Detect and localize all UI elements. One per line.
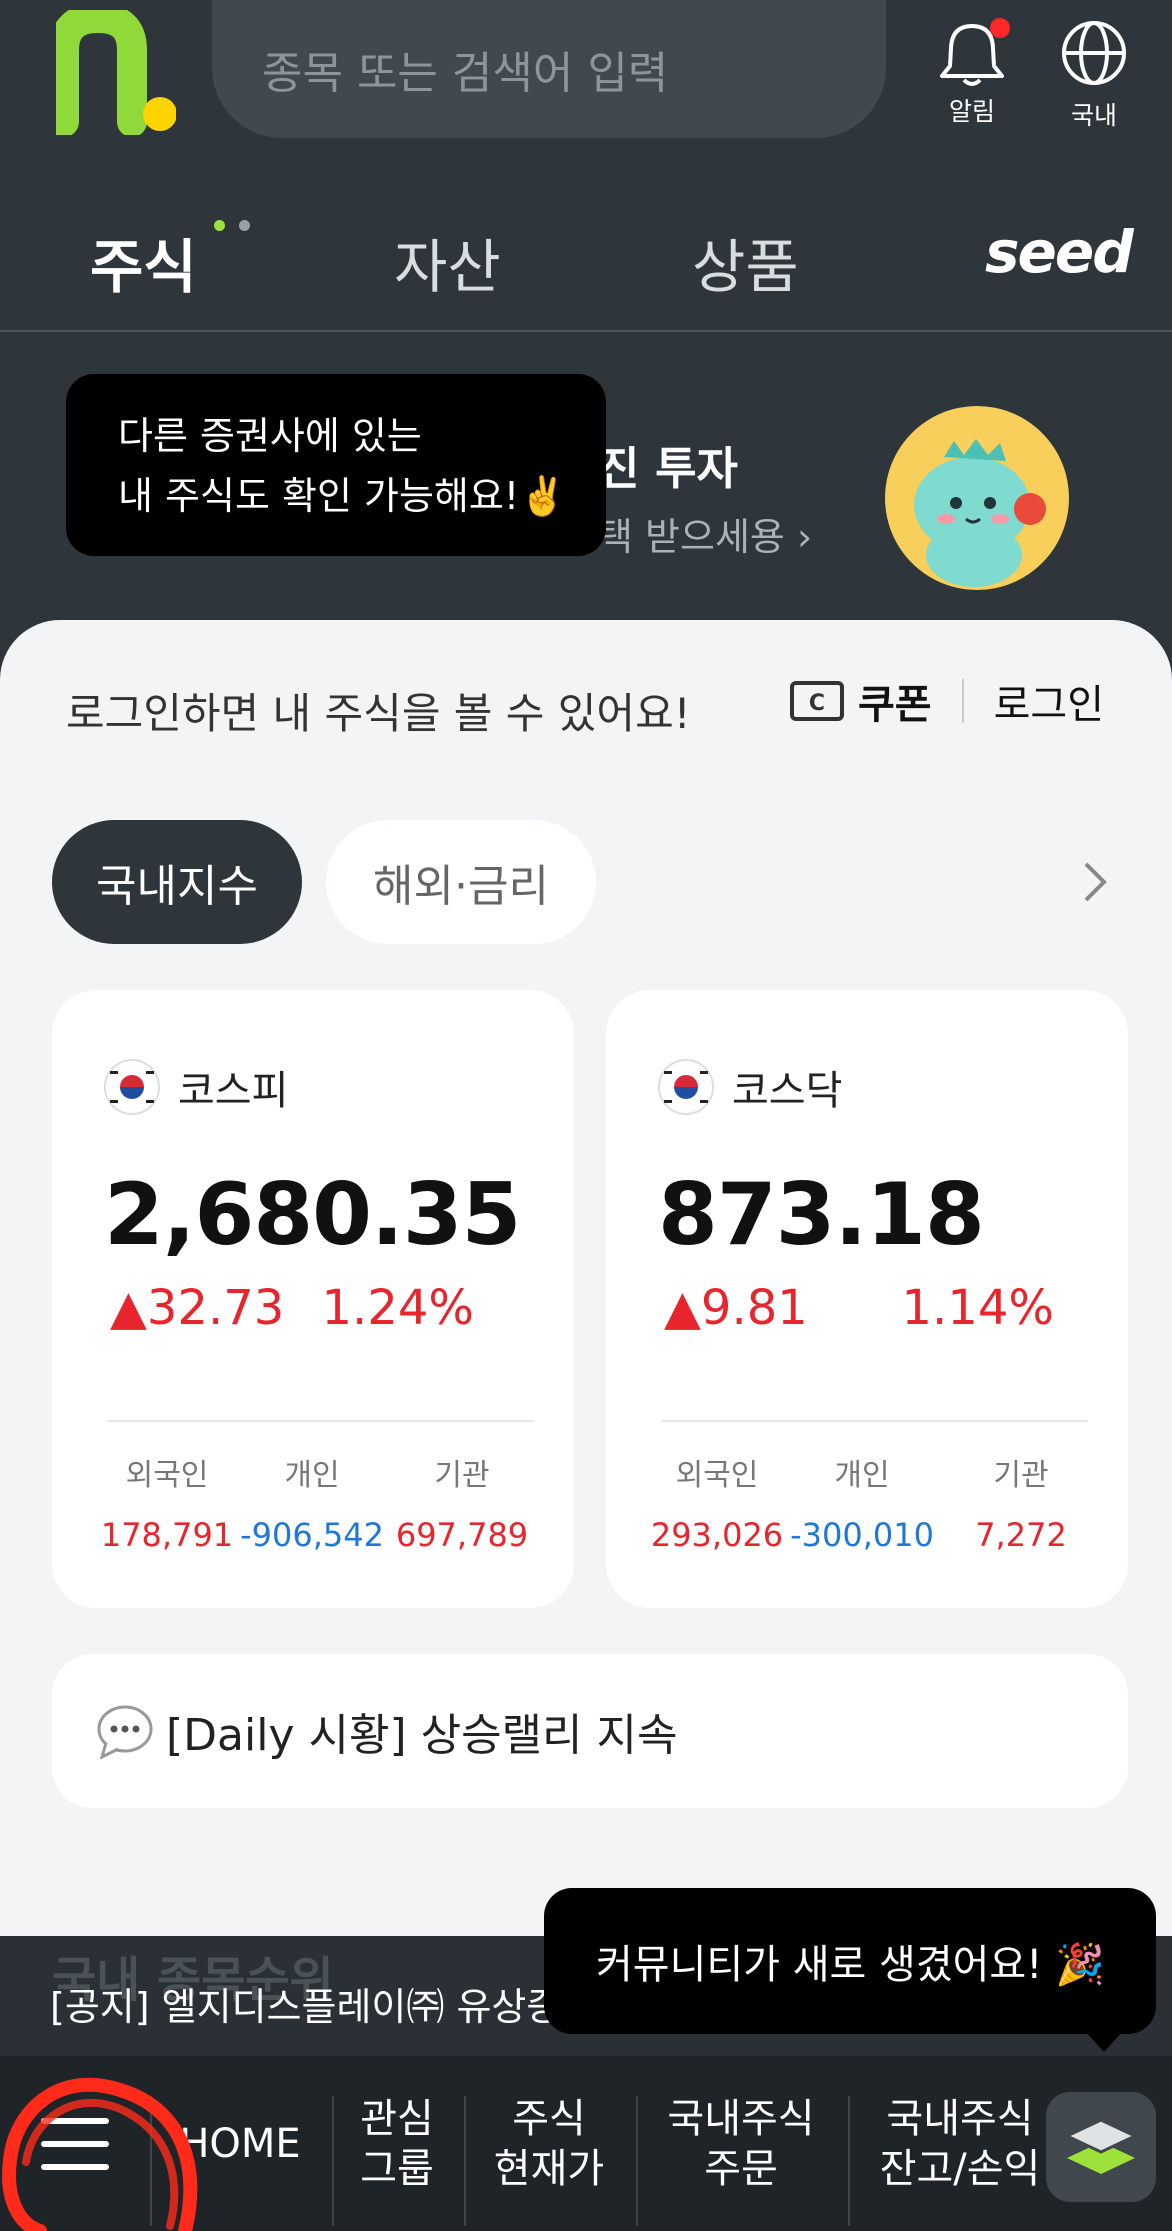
menu-button[interactable] xyxy=(0,2056,150,2231)
notice-text: [공지] 엘지디스플레이㈜ 유상증 xyxy=(50,1985,562,2029)
stat-value: 178,791 xyxy=(100,1516,234,1554)
nav-watch-group[interactable]: 관심 그룹 xyxy=(332,2056,462,2231)
globe-icon xyxy=(1062,21,1126,85)
index-value: 873.18 xyxy=(658,1165,985,1265)
nav-label: 잔고/손익 xyxy=(879,2145,1041,2192)
tab-product[interactable]: 상품 xyxy=(692,220,799,304)
promo-subtitle[interactable]: 택 받으세용 › xyxy=(598,506,812,561)
nav-current-price[interactable]: 주식 현재가 xyxy=(464,2056,634,2231)
index-name: 코스닥 xyxy=(732,1068,843,1114)
coupon-button[interactable]: 쿠폰 xyxy=(858,672,932,730)
market-news-banner[interactable]: [Daily 시황] 상승랠리 지속 xyxy=(52,1654,1128,1808)
main-panel: 로그인하면 내 주식을 볼 수 있어요! C 쿠폰 로그인 국내지수 해외·금리… xyxy=(0,620,1172,1940)
top-bar: 종목 또는 검색어 입력 알림 국내 xyxy=(0,0,1172,140)
stat-label: 개인 xyxy=(284,1458,340,1493)
nav-label: 그룹 xyxy=(360,2145,434,2192)
main-tabs: 주식 자산 상품 seed xyxy=(0,200,1172,332)
nav-label: 국내주식 xyxy=(886,2095,1034,2142)
stat-value: 7,272 xyxy=(975,1516,1067,1554)
stat-institution: 기관 697,789 xyxy=(382,1450,542,1554)
stat-value: 697,789 xyxy=(395,1516,529,1554)
stat-value: 293,026 xyxy=(650,1516,784,1554)
stat-foreign: 외국인 293,026 xyxy=(642,1450,792,1554)
index-change: ▲9.81 xyxy=(664,1280,808,1336)
notification-dot xyxy=(990,18,1010,38)
news-headline: [Daily 시황] 상승랠리 지속 xyxy=(166,1710,678,1761)
login-prompt[interactable]: 로그인하면 내 주식을 볼 수 있어요! xyxy=(66,680,691,741)
alarm-button[interactable]: 알림 xyxy=(922,18,1022,128)
tooltip-tail xyxy=(1084,2030,1124,2052)
region-button[interactable]: 국내 xyxy=(1044,18,1144,132)
divider xyxy=(662,1420,1088,1422)
stat-label: 개인 xyxy=(834,1458,890,1493)
region-label: 국내 xyxy=(1070,101,1117,130)
divider xyxy=(108,1420,534,1422)
layer-button[interactable] xyxy=(1046,2092,1156,2202)
index-card-kospi[interactable]: 코스피 2,680.35 ▲32.73 1.24% 외국인 178,791 개인… xyxy=(52,990,574,1608)
index-name: 코스피 xyxy=(178,1068,289,1114)
nav-domestic-balance[interactable]: 국내주식 잔고/손익 xyxy=(848,2056,1072,2231)
nav-label: 현재가 xyxy=(493,2145,605,2192)
index-rate: 1.14% xyxy=(901,1280,1054,1336)
nav-label: 주문 xyxy=(704,2145,778,2192)
tab-asset[interactable]: 자산 xyxy=(394,220,501,304)
bottom-navigation: HOME 관심 그룹 주식 현재가 국내주식 주문 국내주식 잔고/손익 xyxy=(0,2056,1172,2231)
nav-home[interactable]: HOME xyxy=(150,2056,330,2231)
nav-domestic-order[interactable]: 국내주식 주문 xyxy=(636,2056,846,2231)
stat-institution: 기관 7,272 xyxy=(946,1450,1096,1554)
index-rate: 1.24% xyxy=(321,1280,474,1336)
search-input[interactable]: 종목 또는 검색어 입력 xyxy=(212,0,886,138)
stat-individual: 개인 -300,010 xyxy=(782,1450,942,1554)
stat-value: -300,010 xyxy=(790,1516,934,1554)
coupon-icon: C xyxy=(790,681,844,721)
nav-label: 국내주식 xyxy=(667,2095,815,2142)
nav-label: 관심 xyxy=(360,2095,434,2142)
stat-label: 외국인 xyxy=(675,1458,759,1493)
search-placeholder: 종목 또는 검색어 입력 xyxy=(262,48,669,99)
korea-flag-icon xyxy=(658,1059,714,1115)
stat-label: 외국인 xyxy=(125,1458,209,1493)
index-card-kosdaq[interactable]: 코스닥 873.18 ▲9.81 1.14% 외국인 293,026 개인 -3… xyxy=(606,990,1128,1608)
stat-label: 기관 xyxy=(993,1458,1049,1493)
korea-flag-icon xyxy=(104,1059,160,1115)
tab-seed[interactable]: seed xyxy=(985,218,1134,286)
alarm-label: 알림 xyxy=(948,97,995,126)
chevron-right-icon[interactable] xyxy=(1080,860,1110,904)
stat-value: -906,542 xyxy=(240,1516,384,1554)
stat-foreign: 외국인 178,791 xyxy=(92,1450,242,1554)
stat-individual: 개인 -906,542 xyxy=(232,1450,392,1554)
stat-label: 기관 xyxy=(434,1458,490,1493)
speech-bubble-icon xyxy=(97,1705,153,1759)
layers-icon xyxy=(1063,2118,1139,2174)
tab-indicator-dot xyxy=(239,220,250,231)
tooltip-line: 다른 증권사에 있는 xyxy=(118,414,422,458)
dragon-mascot-icon xyxy=(885,406,1069,590)
tooltip-line: 내 주식도 확인 가능해요!✌️ xyxy=(118,474,567,518)
divider xyxy=(961,679,964,723)
tab-stock[interactable]: 주식 xyxy=(90,220,197,304)
nav-label: HOME xyxy=(179,2120,301,2167)
index-value: 2,680.35 xyxy=(104,1165,521,1265)
tooltip-other-broker[interactable]: 다른 증권사에 있는 내 주식도 확인 가능해요!✌️ xyxy=(66,374,606,556)
nav-label: 주식 xyxy=(512,2095,586,2142)
tab-global-rate[interactable]: 해외·금리 xyxy=(326,820,596,944)
hamburger-icon xyxy=(41,2117,109,2170)
svg-text:C: C xyxy=(809,691,825,716)
tab-domestic-index[interactable]: 국내지수 xyxy=(52,820,302,944)
index-change: ▲32.73 xyxy=(110,1280,285,1336)
login-button[interactable]: 로그인 xyxy=(994,672,1104,730)
app-logo[interactable] xyxy=(56,10,176,135)
promo-title[interactable]: 진 투자 xyxy=(598,432,738,497)
tooltip-text: 커뮤니티가 새로 생겼어요! 🎉 xyxy=(596,1942,1105,1988)
tab-indicator-dot xyxy=(214,220,225,231)
tooltip-community[interactable]: 커뮤니티가 새로 생겼어요! 🎉 xyxy=(544,1888,1156,2034)
